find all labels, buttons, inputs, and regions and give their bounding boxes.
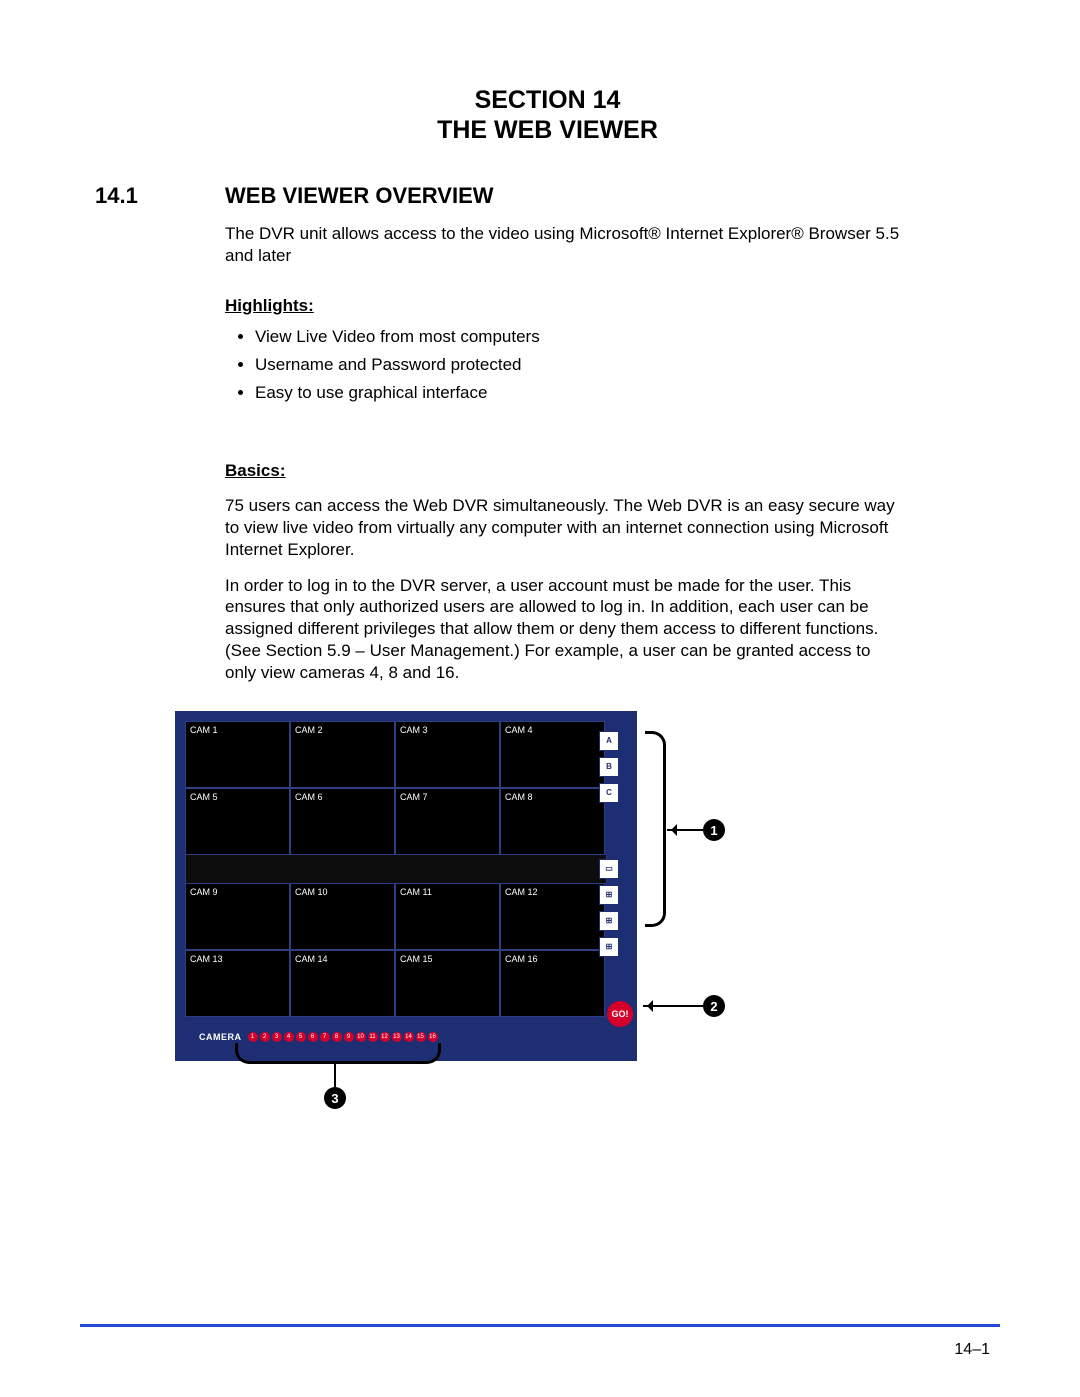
arrow-icon <box>643 1005 703 1007</box>
heading-number: 14.1 <box>95 183 225 209</box>
cam-dot[interactable]: 1 <box>248 1032 258 1042</box>
callout-2: 2 <box>643 995 725 1017</box>
layout-buttons-bottom: ▭ ⊞ ⊞ ⊞ <box>597 859 621 957</box>
layout-grid-icon[interactable]: ⊞ <box>599 911 619 931</box>
heading-title: WEB VIEWER OVERVIEW <box>225 183 494 209</box>
cam-cell[interactable]: CAM 8 <box>500 788 605 855</box>
page: SECTION 14 THE WEB VIEWER 14.1 WEB VIEWE… <box>0 0 1080 1397</box>
cam-dot[interactable]: 9 <box>344 1032 354 1042</box>
cam-cell[interactable]: CAM 6 <box>290 788 395 855</box>
callout-num-3: 3 <box>324 1087 346 1109</box>
cam-dot[interactable]: 14 <box>404 1032 414 1042</box>
cam-dot[interactable]: 11 <box>368 1032 378 1042</box>
cam-cell[interactable]: CAM 2 <box>290 721 395 788</box>
callout-num-2: 2 <box>703 995 725 1017</box>
cam-cell[interactable]: CAM 12 <box>500 883 605 950</box>
cam-cell[interactable]: CAM 13 <box>185 950 290 1017</box>
layout-c-icon[interactable]: C <box>599 783 619 803</box>
layout-b-icon[interactable]: B <box>599 757 619 777</box>
section-title: SECTION 14 THE WEB VIEWER <box>95 85 1000 145</box>
cam-dot[interactable]: 16 <box>428 1032 438 1042</box>
cam-cell[interactable]: CAM 11 <box>395 883 500 950</box>
cam-dot[interactable]: 7 <box>320 1032 330 1042</box>
intro-para: The DVR unit allows access to the video … <box>225 223 905 267</box>
cam-cell[interactable]: CAM 16 <box>500 950 605 1017</box>
camera-grid-bottom: CAM 9 CAM 10 CAM 11 CAM 12 CAM 13 CAM 14… <box>185 883 605 1017</box>
layout-a-icon[interactable]: A <box>599 731 619 751</box>
cam-dot[interactable]: 12 <box>380 1032 390 1042</box>
cam-cell[interactable]: CAM 14 <box>290 950 395 1017</box>
cam-dot[interactable]: 2 <box>260 1032 270 1042</box>
cam-cell[interactable]: CAM 4 <box>500 721 605 788</box>
page-number: 14–1 <box>954 1341 990 1359</box>
cam-cell[interactable]: CAM 15 <box>395 950 500 1017</box>
basics-para-1: 75 users can access the Web DVR simultan… <box>225 495 905 560</box>
highlights-head: Highlights: <box>225 295 905 317</box>
camera-grid-top: CAM 1 CAM 2 CAM 3 CAM 4 CAM 5 CAM 6 CAM … <box>185 721 605 855</box>
cam-dot[interactable]: 3 <box>272 1032 282 1042</box>
camera-label: CAMERA <box>199 1032 242 1042</box>
web-viewer-figure: CAM 1 CAM 2 CAM 3 CAM 4 CAM 5 CAM 6 CAM … <box>175 711 637 1061</box>
basics-para-2: In order to log in to the DVR server, a … <box>225 575 905 684</box>
callout-num-1: 1 <box>703 819 725 841</box>
cam-dot[interactable]: 6 <box>308 1032 318 1042</box>
layout-grid-icon[interactable]: ⊞ <box>599 937 619 957</box>
arrow-icon <box>667 829 703 831</box>
cam-dot[interactable]: 13 <box>392 1032 402 1042</box>
section-line-2: THE WEB VIEWER <box>95 115 1000 145</box>
cam-dot[interactable]: 5 <box>296 1032 306 1042</box>
cam-cell[interactable]: CAM 10 <box>290 883 395 950</box>
cam-dot[interactable]: 15 <box>416 1032 426 1042</box>
cam-dot[interactable]: 4 <box>284 1032 294 1042</box>
footer-rule <box>80 1324 1000 1327</box>
cam-dot[interactable]: 10 <box>356 1032 366 1042</box>
bracket-1 <box>645 731 666 927</box>
vline-3 <box>334 1061 336 1087</box>
cam-dot[interactable]: 8 <box>332 1032 342 1042</box>
camera-grid-area: CAM 1 CAM 2 CAM 3 CAM 4 CAM 5 CAM 6 CAM … <box>185 721 627 1017</box>
basics-head: Basics: <box>225 460 905 482</box>
callout-1: 1 <box>667 819 725 841</box>
body-column: The DVR unit allows access to the video … <box>225 223 905 683</box>
highlight-item: View Live Video from most computers <box>255 326 905 348</box>
bracket-3 <box>235 1043 441 1064</box>
highlights-list: View Live Video from most computers User… <box>225 326 905 403</box>
highlight-item: Easy to use graphical interface <box>255 382 905 404</box>
layout-buttons-top: A B C <box>597 731 621 803</box>
cam-cell[interactable]: CAM 9 <box>185 883 290 950</box>
cam-cell[interactable]: CAM 7 <box>395 788 500 855</box>
grid-gap <box>185 855 607 883</box>
layout-grid-icon[interactable]: ⊞ <box>599 885 619 905</box>
heading-row: 14.1 WEB VIEWER OVERVIEW <box>95 183 1000 209</box>
highlight-item: Username and Password protected <box>255 354 905 376</box>
cam-cell[interactable]: CAM 3 <box>395 721 500 788</box>
layout-grid-icon[interactable]: ▭ <box>599 859 619 879</box>
figure-wrap: CAM 1 CAM 2 CAM 3 CAM 4 CAM 5 CAM 6 CAM … <box>175 711 1000 1061</box>
cam-cell[interactable]: CAM 1 <box>185 721 290 788</box>
cam-cell[interactable]: CAM 5 <box>185 788 290 855</box>
go-button[interactable]: GO! <box>607 1001 633 1027</box>
camera-dots: 1 2 3 4 5 6 7 8 9 10 11 12 13 14 15 16 <box>248 1032 438 1042</box>
section-line-1: SECTION 14 <box>95 85 1000 115</box>
